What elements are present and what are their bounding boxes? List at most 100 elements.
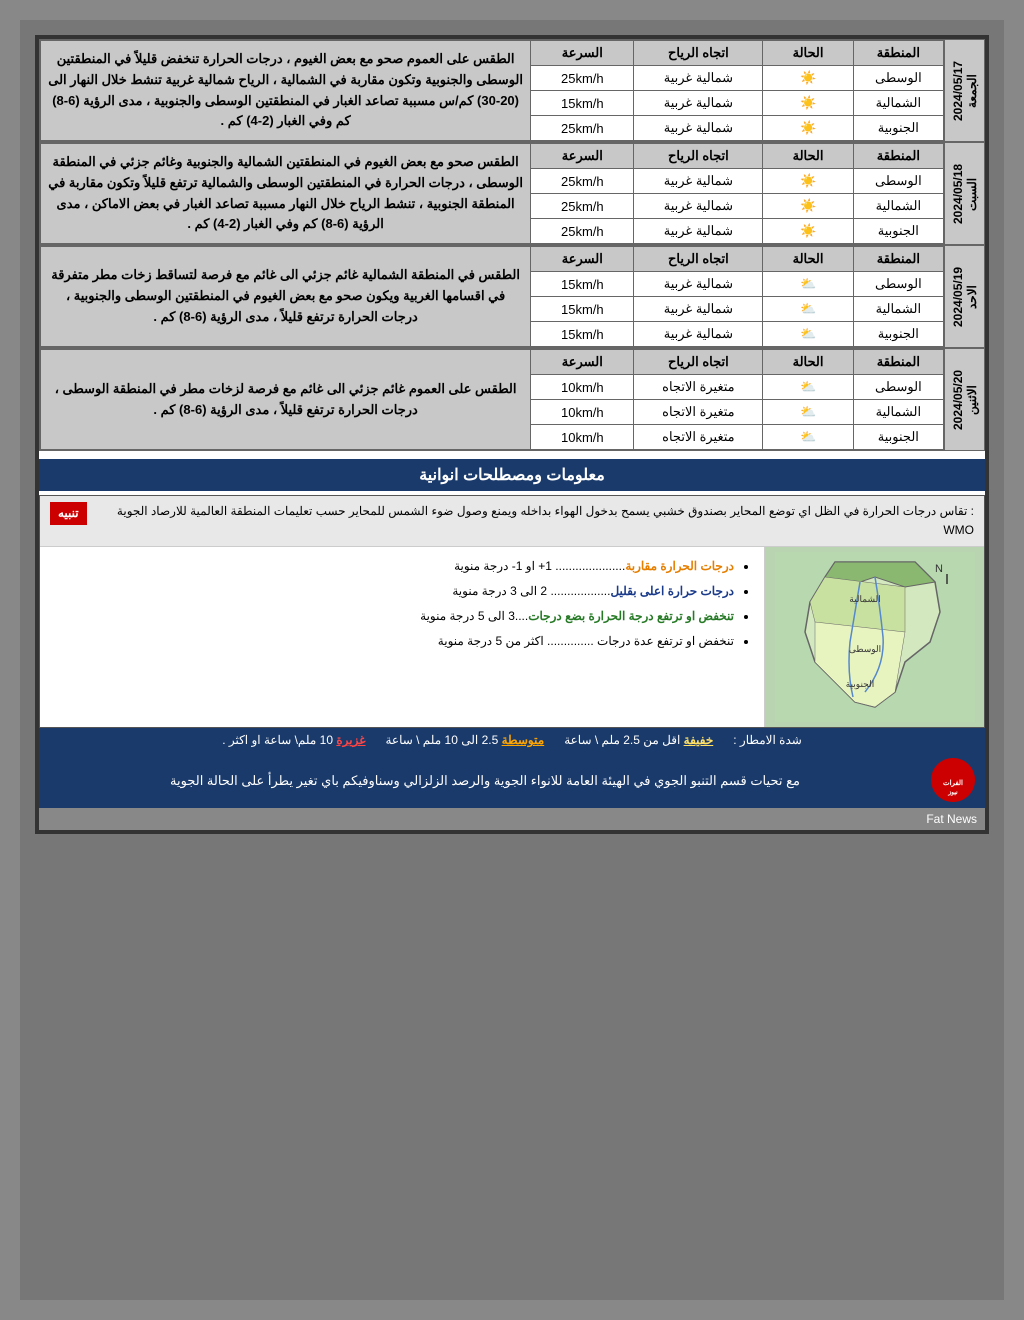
header-direction-fri: اتجاه الرياح [634,41,763,66]
sun-row1-condition: ⛅ [763,272,853,297]
header-region-sat: المنطقة [853,144,943,169]
day-saturday-label: السبت 2024/05/18 [945,143,985,245]
rain-heavy-label: غزيرة [336,733,365,747]
rain-intensity-section: شدة الامطار : خفيفة اقل من 2.5 ملم \ ساع… [39,728,985,752]
day-friday-label: الجمعة 2024/05/17 [945,40,985,142]
legend-item-2: درجات حرارة اعلى بقليل..................… [52,580,734,603]
sat-row2-direction: شمالية غربية [634,194,763,219]
header-condition-sun: الحالة [763,247,853,272]
day-saturday-table: السبت 2024/05/18 المنطقة الحالة اتجاه ال… [39,142,985,245]
sun-row1-speed: 15km/h [531,272,634,297]
fri-row1-speed: 25km/h [531,66,634,91]
fri-row2-direction: شمالية غربية [634,91,763,116]
header-direction-sun: اتجاه الرياح [634,247,763,272]
sat-row1-direction: شمالية غربية [634,169,763,194]
main-container: الجمعة 2024/05/17 المنطقة الحالة اتجاه ا… [35,35,989,834]
fri-row1-direction: شمالية غربية [634,66,763,91]
svg-text:الشمالية: الشمالية [849,594,881,604]
footer-section: الفرات نيوز مع تحيات قسم التنبو الجوي في… [39,752,985,808]
mon-row2-condition: ⛅ [763,400,853,425]
header-condition-sat: الحالة [763,144,853,169]
fri-row2-condition: ☀️ [763,91,853,116]
day-sunday-table: الاحد 2024/05/19 المنطقة الحالة اتجاه ال… [39,245,985,348]
header-direction-sat: اتجاه الرياح [634,144,763,169]
bottom-label: Fat News [39,808,985,830]
footer-text: مع تحيات قسم التنبو الجوي في الهيئة العا… [49,771,921,791]
header-region-mon: المنطقة [853,350,943,375]
day-monday-table: الاثنين 2024/05/20 المنطقة الحالة اتجاه … [39,348,985,451]
sat-row3-speed: 25km/h [531,219,634,244]
legend-item-4: تنخفض او ترتفع عدة درجات .............. … [52,630,734,653]
header-condition-fri: الحالة [763,41,853,66]
header-condition-mon: الحالة [763,350,853,375]
sun-row2-region: الشمالية [853,297,943,322]
day-monday-desc: الطقس على العموم غائم جزئي الى غائم مع ف… [41,350,531,450]
fri-row1-region: الوسطى [853,66,943,91]
rain-light-desc: اقل من 2.5 ملم \ ساعة [564,733,680,747]
rain-prefix: شدة الامطار : [733,733,802,747]
header-speed-fri: السرعة [531,41,634,66]
fri-row3-speed: 25km/h [531,116,634,141]
legend-area: درجات الحرارة مقاربة....................… [40,547,764,727]
legend-list: درجات الحرارة مقاربة....................… [52,555,752,652]
svg-text:الفرات: الفرات [943,779,963,787]
sun-row2-condition: ⛅ [763,297,853,322]
info-section-header: معلومات ومصطلحات انوانية [39,459,985,491]
sat-row1-condition: ☀️ [763,169,853,194]
mon-row3-condition: ⛅ [763,425,853,450]
day-sunday-desc: الطقس في المنطقة الشمالية غائم جزئي الى … [41,247,531,347]
mon-row3-region: الجنوبية [853,425,943,450]
sun-row2-speed: 15km/h [531,297,634,322]
sun-row3-speed: 15km/h [531,322,634,347]
header-speed-mon: السرعة [531,350,634,375]
fri-row2-speed: 15km/h [531,91,634,116]
alfurat-logo: الفرات نيوز [931,758,975,802]
fri-row2-region: الشمالية [853,91,943,116]
sun-row3-region: الجنوبية [853,322,943,347]
mon-row2-speed: 10km/h [531,400,634,425]
page-background: الجمعة 2024/05/17 المنطقة الحالة اتجاه ا… [20,20,1004,1300]
sat-row2-region: الشمالية [853,194,943,219]
svg-text:الوسطى: الوسطى [848,644,880,655]
mon-row3-direction: متغيرة الاتجاه [634,425,763,450]
sun-row1-region: الوسطى [853,272,943,297]
sat-row1-speed: 25km/h [531,169,634,194]
iraq-map: الشمالية الوسطى الجنوبية N [764,547,984,727]
notice-text: : تقاس درجات الحرارة في الظل اي توضع الم… [95,502,974,540]
notice-tag: تنبيه [50,502,87,525]
day-monday-label: الاثنين 2024/05/20 [945,349,985,451]
sat-row1-region: الوسطى [853,169,943,194]
header-speed-sat: السرعة [531,144,634,169]
svg-text:نيوز: نيوز [947,790,958,796]
legend-item-1: درجات الحرارة مقاربة....................… [52,555,734,578]
day-sunday-label: الاحد 2024/05/19 [945,246,985,348]
sat-row2-speed: 25km/h [531,194,634,219]
fri-row1-condition: ☀️ [763,66,853,91]
sat-row3-condition: ☀️ [763,219,853,244]
sat-row2-condition: ☀️ [763,194,853,219]
header-region-fri: المنطقة [853,41,943,66]
header-speed-sun: السرعة [531,247,634,272]
day-saturday-desc: الطقس صحو مع بعض الغيوم في المنطقتين الش… [41,144,531,244]
mon-row1-speed: 10km/h [531,375,634,400]
footer-logo: الفرات نيوز [931,758,975,802]
mon-row1-direction: متغيرة الاتجاه [634,375,763,400]
sun-row1-direction: شمالية غربية [634,272,763,297]
fri-row3-direction: شمالية غربية [634,116,763,141]
mon-row3-speed: 10km/h [531,425,634,450]
mon-row2-direction: متغيرة الاتجاه [634,400,763,425]
rain-medium-label: متوسطة [502,733,545,747]
header-direction-mon: اتجاه الرياح [634,350,763,375]
sat-row3-region: الجنوبية [853,219,943,244]
mon-row2-region: الشمالية [853,400,943,425]
mon-row1-region: الوسطى [853,375,943,400]
sun-row3-direction: شمالية غربية [634,322,763,347]
svg-text:الجنوبية: الجنوبية [845,679,873,690]
rain-heavy-desc: 10 ملم\ ساعة او اكثر . [222,733,333,747]
mon-row1-condition: ⛅ [763,375,853,400]
sun-row2-direction: شمالية غربية [634,297,763,322]
weather-forecast-section: الجمعة 2024/05/17 المنطقة الحالة اتجاه ا… [39,39,985,451]
fri-row3-condition: ☀️ [763,116,853,141]
info-section-body: : تقاس درجات الحرارة في الظل اي توضع الم… [39,495,985,728]
day-friday-desc: الطقس على العموم صحو مع بعض الغيوم ، درج… [41,41,531,141]
